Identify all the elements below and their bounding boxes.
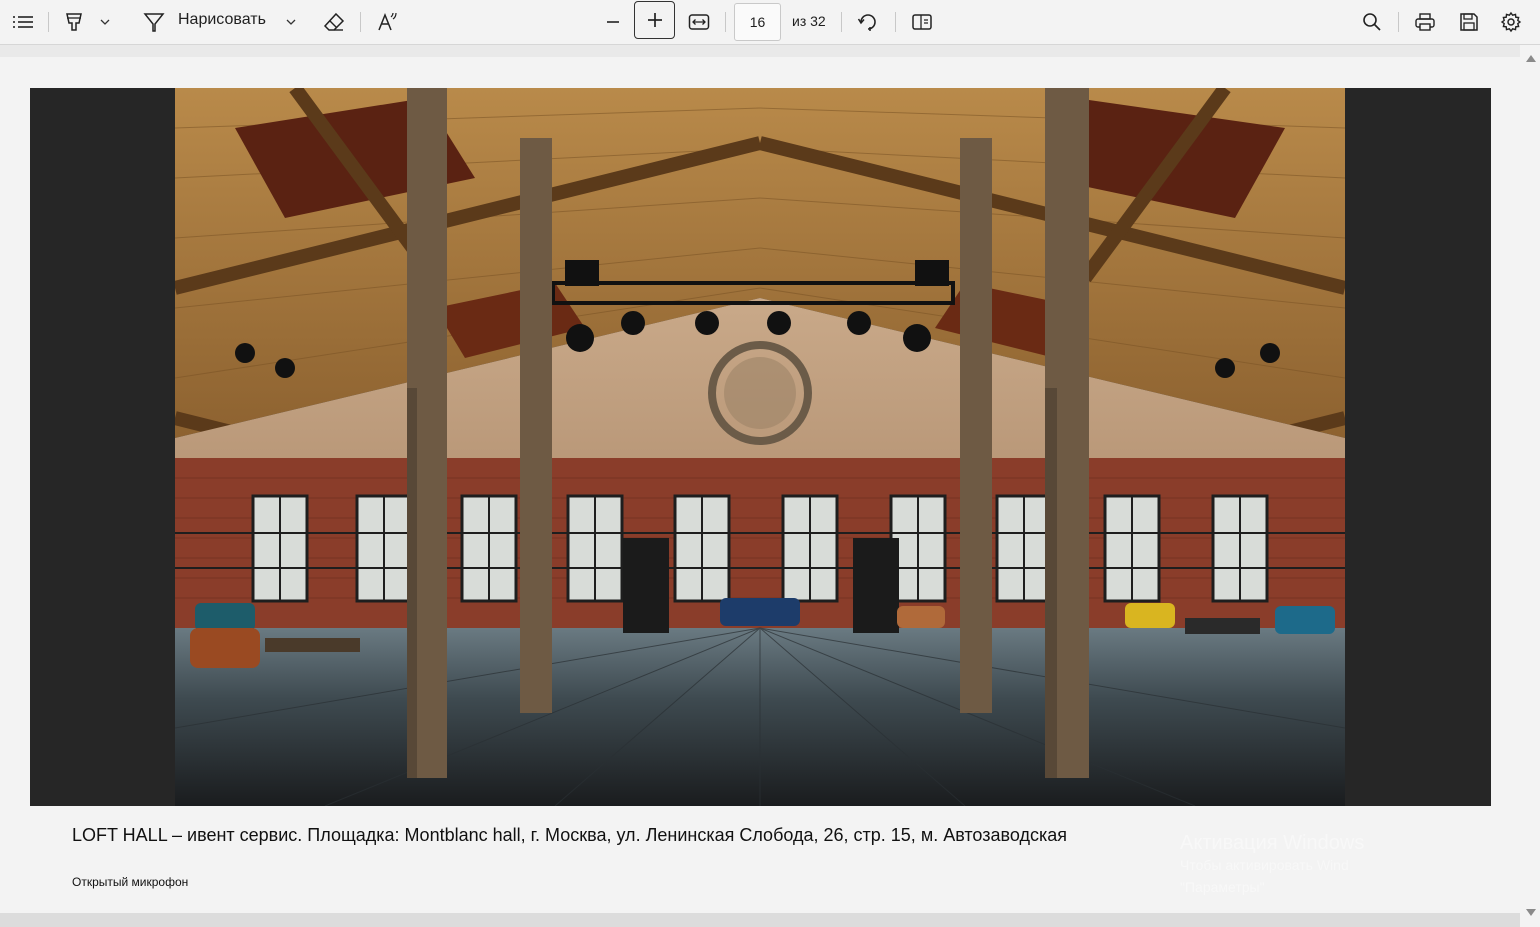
next-page-gap	[0, 913, 1520, 927]
highlight-chevron-down-icon[interactable]	[96, 6, 114, 38]
page-note: Открытый микрофон	[72, 875, 189, 889]
page-total-label: из 32	[792, 13, 826, 29]
toolbar-divider	[360, 12, 361, 32]
toolbar-divider	[841, 12, 842, 32]
page-number-input[interactable]: 16	[734, 3, 781, 41]
page-view-icon[interactable]	[908, 6, 936, 38]
read-aloud-icon[interactable]	[373, 6, 401, 38]
contents-list-icon[interactable]	[8, 6, 38, 38]
loft-hall-image	[175, 88, 1345, 806]
settings-gear-icon[interactable]	[1497, 6, 1525, 38]
zoom-in-button[interactable]	[634, 1, 675, 39]
toolbar-divider	[48, 12, 49, 32]
search-icon[interactable]	[1358, 6, 1386, 38]
toolbar-divider	[1398, 12, 1399, 32]
watermark-line-2: Чтобы активировать Wind	[1180, 857, 1349, 873]
plus-icon	[647, 13, 662, 27]
draw-label[interactable]: Нарисовать	[178, 11, 266, 29]
scroll-up-arrow-icon[interactable]	[1526, 55, 1536, 62]
highlight-pen-icon[interactable]	[60, 6, 88, 38]
pdf-page: Активация Windows Чтобы активировать Win…	[30, 88, 1491, 895]
toolbar: Нарисовать 16 из 32	[0, 0, 1540, 45]
windows-activation-watermark: Активация Windows Чтобы активировать Win…	[1180, 832, 1364, 898]
page-gap	[0, 45, 1520, 57]
toolbar-divider	[895, 12, 896, 32]
scroll-down-arrow-icon[interactable]	[1526, 909, 1536, 916]
draw-pen-icon[interactable]	[140, 6, 168, 38]
zoom-out-icon[interactable]	[600, 6, 626, 38]
rotate-icon[interactable]	[854, 6, 882, 38]
vertical-scrollbar[interactable]	[1521, 45, 1540, 920]
toolbar-divider	[725, 12, 726, 32]
save-icon[interactable]	[1455, 6, 1483, 38]
print-icon[interactable]	[1411, 6, 1439, 38]
loft-hall-photo	[175, 88, 1345, 806]
page-caption: LOFT HALL – ивент сервис. Площадка: Mont…	[72, 825, 1067, 845]
watermark-line-3: "Параметры"	[1180, 879, 1265, 895]
fit-width-icon[interactable]	[686, 6, 712, 38]
draw-chevron-down-icon[interactable]	[282, 6, 300, 38]
eraser-icon[interactable]	[320, 6, 348, 38]
watermark-line-1: Активация Windows	[1180, 832, 1365, 854]
